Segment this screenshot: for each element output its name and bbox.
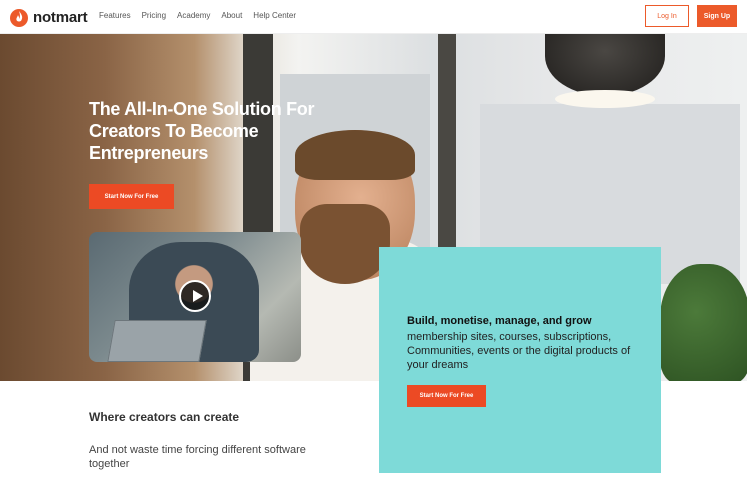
feature-card-heading: Build, monetise, manage, and grow: [407, 315, 592, 327]
nav-item-academy[interactable]: Academy: [177, 11, 210, 20]
main-nav: Features Pricing Academy About Help Cent…: [99, 11, 296, 20]
video-thumbnail[interactable]: [89, 232, 301, 362]
brand-name: notmart: [33, 8, 88, 26]
nav-item-features[interactable]: Features: [99, 11, 131, 20]
hero-title: The All-In-One Solution For Creators To …: [89, 99, 315, 163]
feature-cta-button[interactable]: Start Now For Free: [407, 385, 486, 407]
top-navigation-bar: notmart Features Pricing Academy About H…: [0, 0, 747, 34]
person-beard: [300, 204, 390, 284]
feature-card-body: membership sites, courses, subscriptions…: [407, 331, 631, 371]
section-text: And not waste time forcing different sof…: [89, 444, 306, 470]
play-icon[interactable]: [179, 280, 211, 312]
lamp-glow: [555, 90, 655, 108]
nav-item-help-center[interactable]: Help Center: [253, 11, 296, 20]
signup-button[interactable]: Sign Up: [697, 5, 737, 27]
feature-card: Build, monetise, manage, and grow member…: [379, 247, 661, 473]
nav-item-about[interactable]: About: [221, 11, 242, 20]
pendant-lamp: [545, 34, 665, 96]
login-button[interactable]: Log In: [645, 5, 689, 27]
nav-item-pricing[interactable]: Pricing: [142, 11, 166, 20]
hero-cta-button[interactable]: Start Now For Free: [89, 184, 174, 209]
flame-icon: [10, 9, 28, 27]
video-laptop: [107, 320, 207, 362]
plant: [660, 264, 747, 381]
logo[interactable]: notmart: [9, 7, 88, 27]
section-title: Where creators can create: [89, 410, 240, 424]
